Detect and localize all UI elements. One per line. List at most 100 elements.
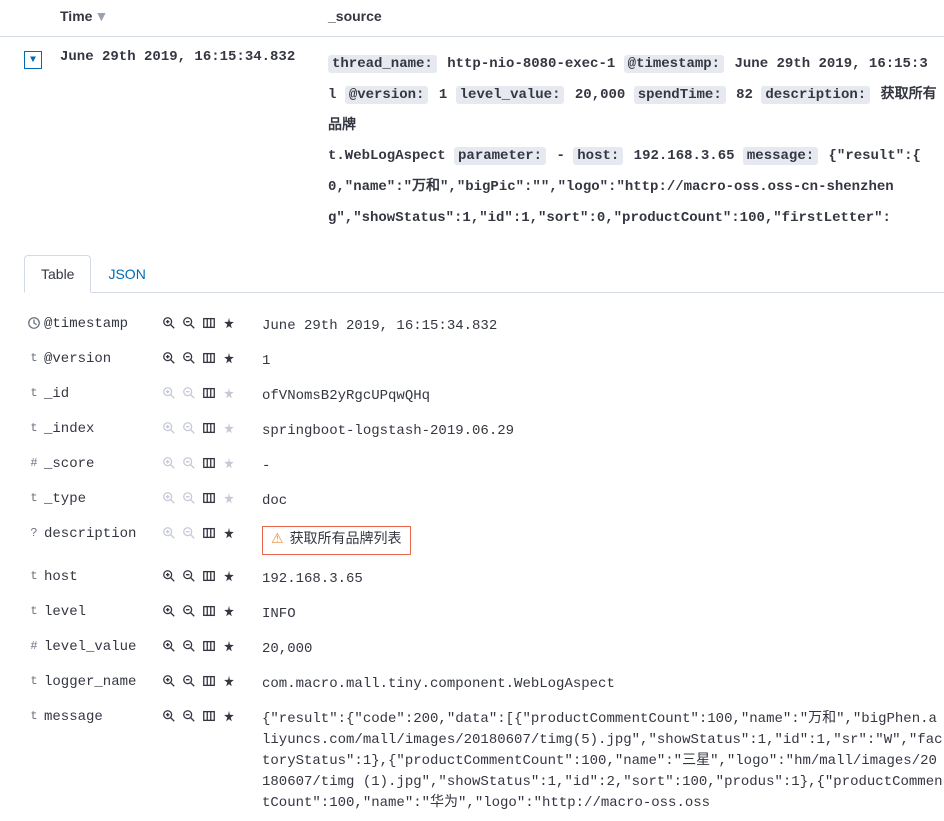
filter-for-value-icon[interactable] [162, 386, 176, 405]
toggle-column-icon[interactable] [202, 604, 216, 623]
filter-out-value-icon[interactable] [182, 351, 196, 370]
tab-json[interactable]: JSON [91, 255, 162, 293]
field-type-icon: ? [24, 526, 44, 540]
field-value: springboot-logstash-2019.06.29 [262, 421, 944, 442]
field-name: level_value [44, 639, 162, 655]
field-actions [162, 351, 262, 370]
toggle-column-icon[interactable] [202, 421, 216, 440]
filter-exists-icon[interactable] [222, 526, 236, 545]
filter-exists-icon[interactable] [222, 639, 236, 658]
filter-exists-icon[interactable] [222, 491, 236, 510]
sort-desc-icon: ▼ [94, 8, 108, 24]
filter-for-value-icon[interactable] [162, 491, 176, 510]
field-actions [162, 526, 262, 545]
field-value: 20,000 [262, 639, 944, 660]
filter-out-value-icon[interactable] [182, 456, 196, 475]
field-type-icon: t [24, 351, 44, 365]
toggle-column-icon[interactable] [202, 674, 216, 693]
filter-exists-icon[interactable] [222, 604, 236, 623]
field-value: {"result":{"code":200,"data":[{"productC… [262, 709, 944, 814]
filter-exists-icon[interactable] [222, 569, 236, 588]
filter-exists-icon[interactable] [222, 421, 236, 440]
filter-for-value-icon[interactable] [162, 316, 176, 335]
filter-out-value-icon[interactable] [182, 386, 196, 405]
doc-source-preview: thread_name: http-nio-8080-exec-1 @times… [328, 49, 944, 234]
filter-out-value-icon[interactable] [182, 316, 196, 335]
toggle-column-icon[interactable] [202, 386, 216, 405]
filter-for-value-icon[interactable] [162, 351, 176, 370]
toggle-column-icon[interactable] [202, 709, 216, 728]
field-type-icon: t [24, 604, 44, 618]
field-name: _score [44, 456, 162, 472]
filter-exists-icon[interactable] [222, 316, 236, 335]
field-actions [162, 674, 262, 693]
field-actions [162, 569, 262, 588]
field-name: logger_name [44, 674, 162, 690]
toggle-column-icon[interactable] [202, 526, 216, 545]
time-column-header[interactable]: Time▼ [60, 8, 328, 24]
field-type-icon [24, 316, 44, 330]
filter-exists-icon[interactable] [222, 386, 236, 405]
field-name: _id [44, 386, 162, 402]
filter-exists-icon[interactable] [222, 456, 236, 475]
filter-for-value-icon[interactable] [162, 569, 176, 588]
toggle-column-icon[interactable] [202, 456, 216, 475]
source-field-label: host: [573, 147, 623, 165]
filter-exists-icon[interactable] [222, 351, 236, 370]
filter-exists-icon[interactable] [222, 709, 236, 728]
doc-time-value: June 29th 2019, 16:15:34.832 [60, 49, 328, 234]
filter-for-value-icon[interactable] [162, 421, 176, 440]
filter-for-value-icon[interactable] [162, 674, 176, 693]
field-name: @timestamp [44, 316, 162, 332]
filter-out-value-icon[interactable] [182, 639, 196, 658]
field-name: message [44, 709, 162, 725]
filter-out-value-icon[interactable] [182, 526, 196, 545]
filter-out-value-icon[interactable] [182, 569, 196, 588]
source-column-header[interactable]: _source [328, 8, 944, 24]
filter-for-value-icon[interactable] [162, 709, 176, 728]
field-row: ?description ⚠获取所有品牌列表 [24, 519, 944, 562]
tab-table[interactable]: Table [24, 255, 91, 293]
filter-out-value-icon[interactable] [182, 421, 196, 440]
toggle-column-icon[interactable] [202, 639, 216, 658]
field-actions [162, 709, 262, 728]
field-row: @timestampJune 29th 2019, 16:15:34.832 [24, 309, 944, 344]
filter-exists-icon[interactable] [222, 674, 236, 693]
toggle-column-icon[interactable] [202, 491, 216, 510]
field-name: description [44, 526, 162, 542]
source-field-label: @timestamp: [624, 55, 724, 73]
toggle-column-icon[interactable] [202, 316, 216, 335]
filter-out-value-icon[interactable] [182, 604, 196, 623]
field-value: doc [262, 491, 944, 512]
field-name: host [44, 569, 162, 585]
filter-out-value-icon[interactable] [182, 674, 196, 693]
field-value: ⚠获取所有品牌列表 [262, 526, 944, 555]
warning-value-box: ⚠获取所有品牌列表 [262, 526, 411, 555]
toggle-column-icon[interactable] [202, 569, 216, 588]
field-actions [162, 421, 262, 440]
field-name: level [44, 604, 162, 620]
field-row: thost192.168.3.65 [24, 562, 944, 597]
filter-for-value-icon[interactable] [162, 639, 176, 658]
source-field-label: thread_name: [328, 55, 437, 73]
toggle-column-icon[interactable] [202, 351, 216, 370]
filter-out-value-icon[interactable] [182, 709, 196, 728]
field-actions [162, 316, 262, 335]
source-field-label: @version: [345, 86, 429, 104]
warning-icon: ⚠ [271, 532, 284, 548]
field-type-icon: t [24, 709, 44, 723]
field-value: com.macro.mall.tiny.component.WebLogAspe… [262, 674, 944, 695]
filter-for-value-icon[interactable] [162, 604, 176, 623]
filter-out-value-icon[interactable] [182, 491, 196, 510]
expand-doc-button[interactable]: ▼ [24, 51, 42, 69]
field-row: t_idofVNomsB2yRgcUPqwQHq [24, 379, 944, 414]
field-row: tlogger_namecom.macro.mall.tiny.componen… [24, 667, 944, 702]
field-value: - [262, 456, 944, 477]
source-field-label: parameter: [454, 147, 546, 165]
filter-for-value-icon[interactable] [162, 456, 176, 475]
filter-for-value-icon[interactable] [162, 526, 176, 545]
field-value: ofVNomsB2yRgcUPqwQHq [262, 386, 944, 407]
field-row: t@version1 [24, 344, 944, 379]
source-field-label: spendTime: [634, 86, 726, 104]
field-type-icon: t [24, 569, 44, 583]
